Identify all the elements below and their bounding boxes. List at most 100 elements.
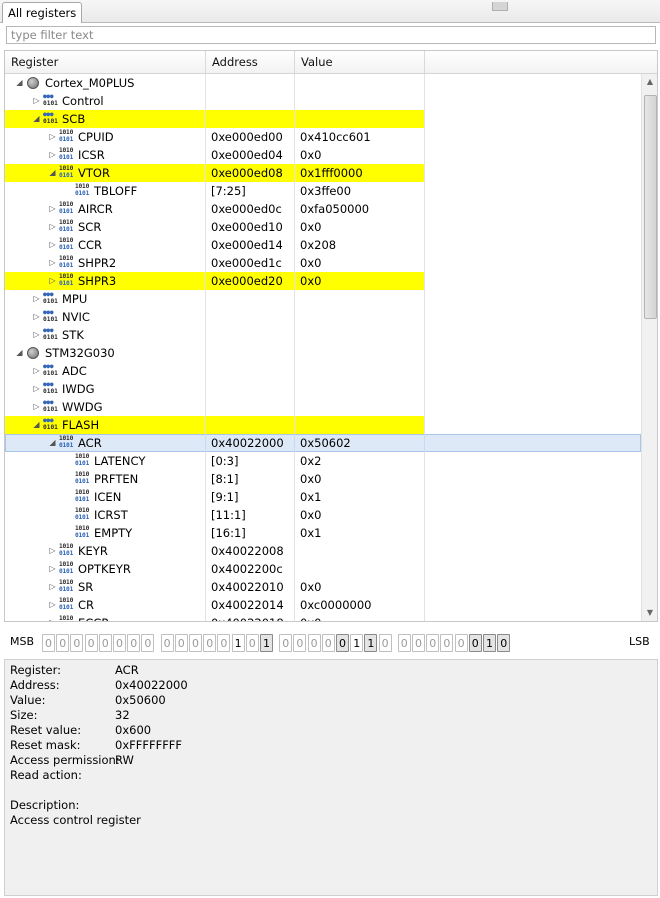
- tree-row[interactable]: ▷ 1010 0101 CR 0x40022014 0xc0000000: [5, 596, 641, 614]
- expand-twisty-icon[interactable]: ▷: [48, 614, 57, 621]
- collapse-twisty-icon[interactable]: ◢: [48, 164, 57, 182]
- bit-toggle[interactable]: 0: [279, 634, 293, 652]
- expand-twisty-icon[interactable]: ▷: [32, 290, 41, 308]
- tree-row[interactable]: ▷10100101 ECCR 0x400220180x0: [5, 614, 641, 621]
- tree-row[interactable]: ▷ 1010 0101 SCR 0xe000ed10 0x0: [5, 218, 641, 236]
- expand-twisty-icon[interactable]: ▷: [48, 578, 57, 596]
- bit-toggle[interactable]: 0: [217, 634, 231, 652]
- bit-toggle[interactable]: 0: [42, 634, 55, 652]
- tree-row[interactable]: ▷ 1010 0101 SR 0x40022010 0x0: [5, 578, 641, 596]
- bit-toggle[interactable]: 0: [307, 634, 321, 652]
- bit-toggle[interactable]: 1: [260, 634, 273, 652]
- value-cell[interactable]: [295, 290, 425, 308]
- column-header-value[interactable]: Value: [295, 51, 425, 73]
- tree-row[interactable]: ▷ ●●● 0101 IWDG: [5, 380, 641, 398]
- value-cell[interactable]: [295, 362, 425, 380]
- value-cell[interactable]: [295, 380, 425, 398]
- bit-toggle[interactable]: 0: [426, 634, 440, 652]
- tree-row[interactable]: ▷ 1010 0101 SHPR2 0xe000ed1c 0x0: [5, 254, 641, 272]
- tree-row[interactable]: ▷ 1010 0101 CPUID 0xe000ed00 0x410cc601: [5, 128, 641, 146]
- value-cell[interactable]: 0x3ffe00: [295, 182, 425, 200]
- bit-toggle[interactable]: 1: [364, 634, 378, 652]
- value-cell[interactable]: 0x0: [295, 614, 425, 621]
- expand-twisty-icon[interactable]: ▷: [32, 398, 41, 416]
- bit-toggle[interactable]: 0: [84, 634, 98, 652]
- value-cell[interactable]: [295, 308, 425, 326]
- bit-toggle[interactable]: 0: [189, 634, 202, 652]
- tree-row[interactable]: 1010 0101 ICEN [9:1] 0x1: [5, 488, 641, 506]
- bit-toggle[interactable]: 0: [336, 634, 349, 652]
- value-cell[interactable]: [295, 326, 425, 344]
- bit-toggle[interactable]: 1: [231, 634, 245, 652]
- value-cell[interactable]: 0x50602: [295, 434, 425, 452]
- tree-row[interactable]: ▷ 1010 0101 ICSR 0xe000ed04 0x0: [5, 146, 641, 164]
- tree-row[interactable]: ▷ 1010 0101 KEYR 0x40022008: [5, 542, 641, 560]
- bit-toggle[interactable]: 0: [497, 634, 511, 652]
- value-cell[interactable]: 0x1fff0000: [295, 164, 425, 182]
- column-header-address[interactable]: Address: [206, 51, 295, 73]
- bit-toggle[interactable]: 0: [378, 634, 392, 652]
- tree-row[interactable]: ▷ ●●● 0101 Control: [5, 92, 641, 110]
- collapse-twisty-icon[interactable]: ◢: [15, 74, 24, 92]
- value-cell[interactable]: 0x0: [295, 470, 425, 488]
- scrollbar-thumb[interactable]: [644, 95, 657, 319]
- value-cell[interactable]: 0x0: [295, 146, 425, 164]
- tree-row[interactable]: ▷ 1010 0101 CCR 0xe000ed14 0x208: [5, 236, 641, 254]
- collapse-twisty-icon[interactable]: ◢: [48, 434, 57, 452]
- tree-row[interactable]: ▷ 1010 0101 AIRCR 0xe000ed0c 0xfa050000: [5, 200, 641, 218]
- expand-twisty-icon[interactable]: ▷: [48, 542, 57, 560]
- expand-twisty-icon[interactable]: ▷: [48, 218, 57, 236]
- bit-toggle[interactable]: 0: [70, 634, 84, 652]
- value-cell[interactable]: [295, 542, 425, 560]
- tree-row[interactable]: ◢ Cortex_M0PLUS: [5, 74, 641, 92]
- expand-twisty-icon[interactable]: ▷: [48, 236, 57, 254]
- tree-row[interactable]: ◢ 1010 0101 VTOR 0xe000ed08 0x1fff0000: [5, 164, 641, 182]
- bit-toggle[interactable]: 0: [321, 634, 335, 652]
- tree-row[interactable]: ◢ STM32G030: [5, 344, 641, 362]
- expand-twisty-icon[interactable]: ▷: [48, 146, 57, 164]
- expand-twisty-icon[interactable]: ▷: [32, 326, 41, 344]
- tree-row[interactable]: 1010 0101 TBLOFF [7:25] 0x3ffe00: [5, 182, 641, 200]
- tree-row[interactable]: ◢ 1010 0101 ACR 0x40022000 0x50602: [5, 434, 641, 452]
- value-cell[interactable]: 0x410cc601: [295, 128, 425, 146]
- value-cell[interactable]: 0x0: [295, 506, 425, 524]
- tree-row[interactable]: ▷ 1010 0101 SHPR3 0xe000ed20 0x0: [5, 272, 641, 290]
- value-cell[interactable]: [295, 416, 425, 434]
- bit-toggle[interactable]: 0: [160, 634, 174, 652]
- value-cell[interactable]: 0x0: [295, 578, 425, 596]
- tree-row[interactable]: 1010 0101 LATENCY [0:3] 0x2: [5, 452, 641, 470]
- scroll-down-icon[interactable]: ▼: [642, 605, 657, 621]
- value-cell[interactable]: 0x2: [295, 452, 425, 470]
- bit-toggle[interactable]: 0: [397, 634, 411, 652]
- tree-row[interactable]: ▷ ●●● 0101 STK: [5, 326, 641, 344]
- tree-row[interactable]: ▷ ●●● 0101 WWDG: [5, 398, 641, 416]
- bit-toggle[interactable]: 0: [141, 634, 155, 652]
- expand-twisty-icon[interactable]: ▷: [32, 308, 41, 326]
- value-cell[interactable]: 0x0: [295, 272, 425, 290]
- bit-toggle[interactable]: 0: [56, 634, 70, 652]
- scroll-up-icon[interactable]: ▲: [642, 74, 657, 90]
- bit-toggle[interactable]: 0: [454, 634, 468, 652]
- tree-row[interactable]: ▷ 1010 0101 OPTKEYR 0x4002200c: [5, 560, 641, 578]
- value-cell[interactable]: 0x1: [295, 488, 425, 506]
- bit-toggle[interactable]: 0: [468, 634, 482, 652]
- bit-toggle[interactable]: 0: [127, 634, 141, 652]
- vertical-scrollbar[interactable]: ▲ ▼: [641, 74, 657, 621]
- value-cell[interactable]: [295, 110, 425, 128]
- value-cell[interactable]: [295, 398, 425, 416]
- bit-toggle[interactable]: 0: [203, 634, 217, 652]
- view-menu-icon[interactable]: [492, 2, 508, 11]
- tree-row[interactable]: ◢ ●●● 0101 SCB: [5, 110, 641, 128]
- expand-twisty-icon[interactable]: ▷: [48, 128, 57, 146]
- expand-twisty-icon[interactable]: ▷: [48, 596, 57, 614]
- expand-twisty-icon[interactable]: ▷: [32, 92, 41, 110]
- value-cell[interactable]: 0xc0000000: [295, 596, 425, 614]
- value-cell[interactable]: 0x1: [295, 524, 425, 542]
- expand-twisty-icon[interactable]: ▷: [48, 560, 57, 578]
- filter-input[interactable]: [6, 26, 656, 44]
- value-cell[interactable]: [295, 92, 425, 110]
- value-cell[interactable]: 0x0: [295, 218, 425, 236]
- tree-row[interactable]: 1010 0101 ICRST [11:1] 0x0: [5, 506, 641, 524]
- collapse-twisty-icon[interactable]: ◢: [32, 110, 41, 128]
- tab-all-registers[interactable]: All registers: [2, 2, 83, 23]
